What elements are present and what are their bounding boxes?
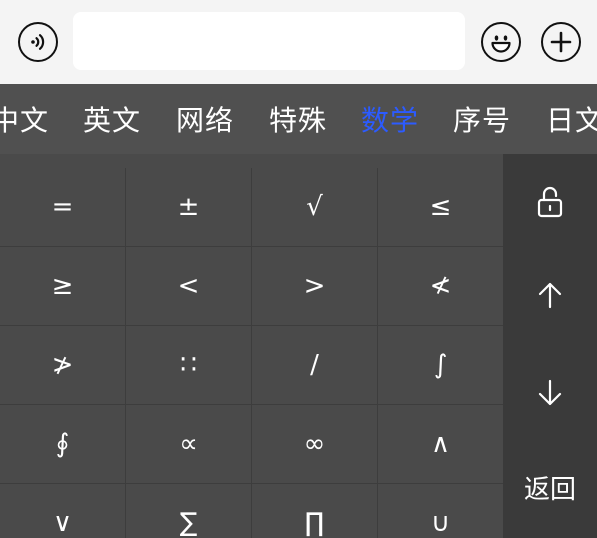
symbol-key[interactable]: ∪ xyxy=(378,484,503,538)
lock-button[interactable] xyxy=(503,179,597,229)
symbol-key[interactable]: ∏ xyxy=(252,484,378,538)
symbol-key[interactable]: = xyxy=(0,168,126,247)
text-input[interactable] xyxy=(73,12,465,70)
tab-network[interactable]: 网络 xyxy=(170,84,240,154)
input-bar xyxy=(0,0,597,84)
symbol-key[interactable]: ≯ xyxy=(0,326,126,405)
tab-ordinal[interactable]: 序号 xyxy=(447,84,517,154)
symbol-key[interactable]: ∷ xyxy=(126,326,252,405)
plus-icon xyxy=(549,30,573,54)
symbol-key[interactable]: ∧ xyxy=(378,405,503,484)
tab-chinese[interactable]: 中文 xyxy=(0,84,55,154)
tab-special[interactable]: 特殊 xyxy=(263,84,333,154)
symbol-key[interactable]: ∑ xyxy=(126,484,252,538)
voice-button[interactable] xyxy=(18,22,58,62)
symbol-key[interactable]: > xyxy=(252,247,378,326)
emoji-button[interactable] xyxy=(481,22,521,62)
unlock-icon xyxy=(535,185,565,223)
category-tabs: 中文 英文 网络 特殊 数学 序号 日文 xyxy=(0,84,597,154)
tab-japanese[interactable]: 日文 xyxy=(540,84,597,154)
side-controls: 返回 xyxy=(503,154,597,538)
voice-icon xyxy=(26,30,50,54)
tab-english[interactable]: 英文 xyxy=(77,84,147,154)
symbol-key[interactable]: ≤ xyxy=(378,168,503,247)
emoji-icon xyxy=(487,28,515,56)
symbol-key[interactable]: ± xyxy=(126,168,252,247)
symbol-key[interactable]: < xyxy=(126,247,252,326)
scroll-down-button[interactable] xyxy=(503,370,597,420)
symbol-key[interactable]: √ xyxy=(252,168,378,247)
arrow-down-icon xyxy=(535,378,565,412)
scroll-up-button[interactable] xyxy=(503,272,597,322)
symbol-key[interactable]: ≥ xyxy=(0,247,126,326)
tab-math[interactable]: 数学 xyxy=(355,84,425,154)
symbol-key[interactable]: ∫ xyxy=(378,326,503,405)
symbol-key[interactable]: ∞ xyxy=(252,405,378,484)
symbol-key[interactable]: ∝ xyxy=(126,405,252,484)
symbol-key[interactable]: ∨ xyxy=(0,484,126,538)
add-button[interactable] xyxy=(541,22,581,62)
keyboard-app: 中文 英文 网络 特殊 数学 序号 日文 = ± √ ≤ ≥ < > ≮ ≯ ∷… xyxy=(0,0,597,538)
symbol-key[interactable]: ∮ xyxy=(0,405,126,484)
symbol-key[interactable]: ≮ xyxy=(378,247,503,326)
arrow-up-icon xyxy=(535,280,565,314)
symbol-grid: = ± √ ≤ ≥ < > ≮ ≯ ∷ / ∫ ∮ ∝ ∞ ∧ ∨ ∑ ∏ ∪ xyxy=(0,154,503,538)
symbol-key[interactable]: / xyxy=(252,326,378,405)
back-button[interactable]: 返回 xyxy=(503,462,597,512)
